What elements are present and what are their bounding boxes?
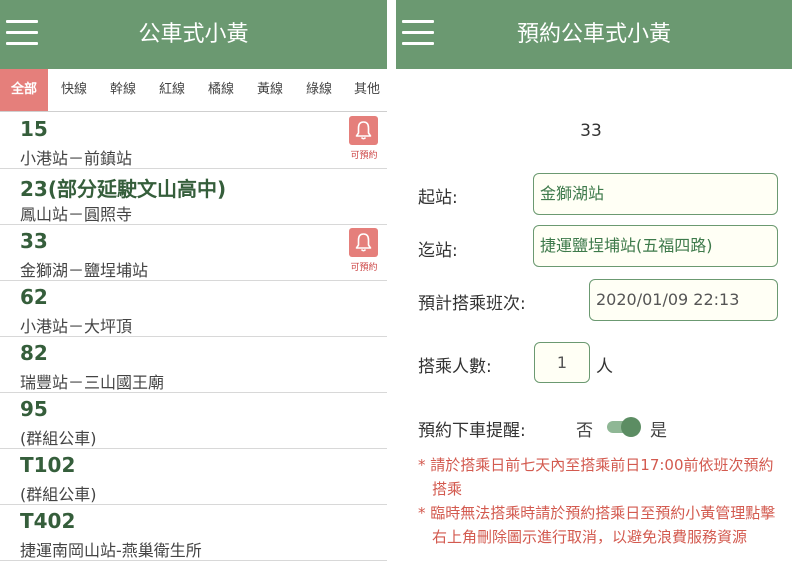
route-number: T402 <box>20 509 76 533</box>
route-row[interactable]: 95 (群組公車) <box>0 393 387 449</box>
reservable-label: 可預約 <box>350 151 378 161</box>
tab-trunk[interactable]: 幹線 <box>102 69 144 111</box>
reminder-label: 預約下車提醒: <box>418 421 526 441</box>
page-title: 公車式小黃 <box>138 22 249 47</box>
tab-all[interactable]: 全部 <box>0 69 48 111</box>
route-row[interactable]: 15 小港站－前鎮站 可預約 <box>0 113 387 169</box>
reservable-label: 可預約 <box>350 263 378 273</box>
route-number: 33 <box>20 229 48 253</box>
page-title: 預約公車式小黃 <box>516 22 671 47</box>
route-stops: 捷運南岡山站-燕巢衛生所 <box>20 541 202 560</box>
passengers-label: 搭乘人數: <box>418 357 492 377</box>
reminder-on-label: 是 <box>650 421 667 441</box>
route-number: 15 <box>20 117 48 141</box>
schedule-label: 預計搭乘班次: <box>418 294 526 314</box>
route-stops: 鳳山站－圓照寺 <box>20 205 133 224</box>
schedule-field[interactable]: 2020/01/09 22:13 <box>589 279 778 321</box>
bell-icon[interactable] <box>349 228 378 257</box>
note-booking-window: * 請於搭乘日前七天內至搭乘前日17:00前依班次預約搭乘 <box>418 456 774 498</box>
tab-yellow[interactable]: 黃線 <box>249 69 291 111</box>
passenger-count-input[interactable]: 1 <box>534 342 590 383</box>
route-row[interactable]: T402 捷運南岡山站-燕巢衛生所 <box>0 505 387 561</box>
note-cancellation: * 臨時無法搭乘時請於預約搭乘日至預約小黃管理點擊右上角刪除圖示進行取消，以避免… <box>418 504 776 546</box>
route-stops: 金獅湖－鹽埕埔站 <box>20 261 149 280</box>
route-row[interactable]: 62 小港站－大坪頂 <box>0 281 387 337</box>
reservation-header: 預約公車式小黃 <box>396 0 792 69</box>
end-stop-label: 迄站: <box>418 241 458 261</box>
bell-icon[interactable] <box>349 116 378 145</box>
route-number: 23(部分延駛文山高中) <box>20 177 227 201</box>
tab-other[interactable]: 其他 <box>347 69 387 111</box>
route-stops: 瑞豐站－三山國王廟 <box>20 373 165 392</box>
tab-green[interactable]: 綠線 <box>298 69 340 111</box>
start-stop-field[interactable]: 金獅湖站 <box>533 173 778 215</box>
route-stops: 小港站－前鎮站 <box>20 149 133 168</box>
start-stop-label: 起站: <box>418 188 458 208</box>
reservation-screen: 預約公車式小黃 33 起站: 金獅湖站 迄站: 捷運鹽埕埔站(五福四路) 預計搭… <box>396 0 792 582</box>
end-stop-field[interactable]: 捷運鹽埕埔站(五福四路) <box>533 225 778 267</box>
route-stops: 小港站－大坪頂 <box>20 317 133 336</box>
route-number: 62 <box>20 285 48 309</box>
route-number: T102 <box>20 453 76 477</box>
reminder-toggle[interactable] <box>603 417 641 437</box>
route-stops: (群組公車) <box>20 429 97 448</box>
selected-route-number: 33 <box>580 121 602 141</box>
route-row[interactable]: 23(部分延駛文山高中) 鳳山站－圓照寺 <box>0 169 387 225</box>
toggle-knob <box>621 417 641 437</box>
route-row[interactable]: T102 (群組公車) <box>0 449 387 505</box>
route-list-screen: 公車式小黃 全部 快線 幹線 紅線 橘線 黃線 綠線 其他 15 小港站－前鎮站… <box>0 0 387 582</box>
list-header: 公車式小黃 <box>0 0 387 69</box>
route-stops: (群組公車) <box>20 485 97 504</box>
route-category-tabs: 全部 快線 幹線 紅線 橘線 黃線 綠線 其他 <box>0 69 387 112</box>
tab-express[interactable]: 快線 <box>54 69 94 111</box>
route-number: 95 <box>20 397 48 421</box>
tab-orange[interactable]: 橘線 <box>200 69 242 111</box>
passengers-unit: 人 <box>596 357 613 377</box>
route-row[interactable]: 82 瑞豐站－三山國王廟 <box>0 337 387 393</box>
route-row[interactable]: 33 金獅湖－鹽埕埔站 可預約 <box>0 225 387 281</box>
route-number: 82 <box>20 341 48 365</box>
reminder-off-label: 否 <box>576 421 593 441</box>
tab-red[interactable]: 紅線 <box>151 69 193 111</box>
